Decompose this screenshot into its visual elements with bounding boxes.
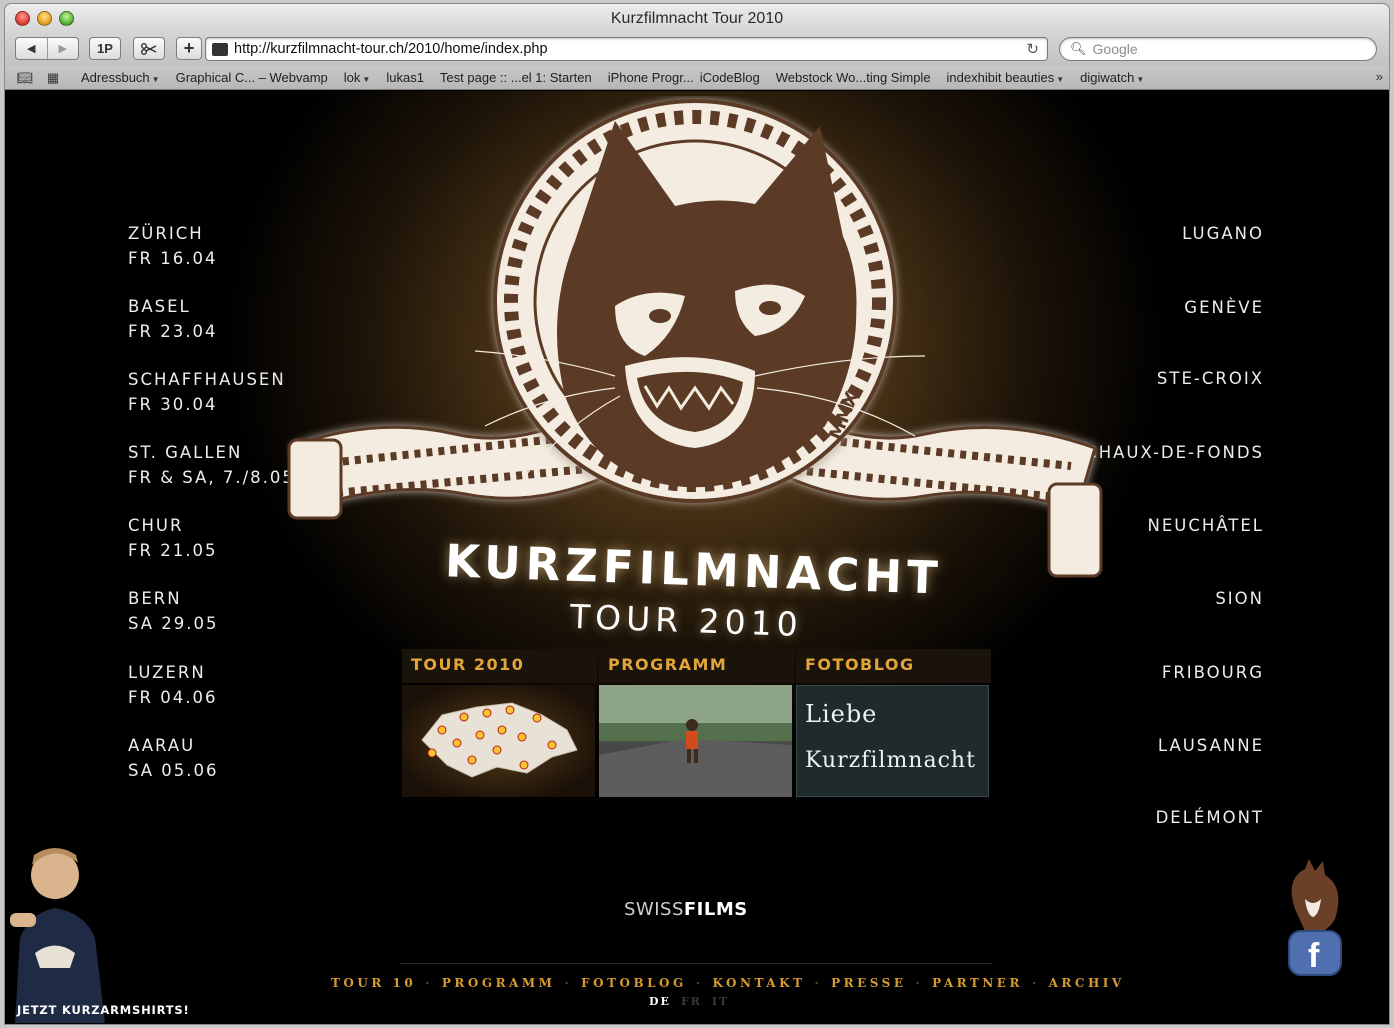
chalk-text-line1: Liebe (805, 700, 878, 728)
facebook-icon: f (1308, 937, 1320, 975)
language-fr[interactable]: FR (681, 995, 702, 1008)
bookmark-item[interactable]: lok ▼ (344, 70, 371, 85)
city-link-aarau[interactable]: AARAU SA 05.06 (128, 733, 219, 783)
url-text: http://kurzfilmnacht-tour.ch/2010/home/i… (234, 41, 548, 57)
footer-link-fotoblog[interactable]: FOTOBLOG (581, 976, 687, 990)
city-link-zurich[interactable]: ZÜRICH FR 16.04 (128, 221, 217, 271)
city-link-lugano[interactable]: LUGANO (1182, 221, 1264, 246)
city-link-luzern[interactable]: LUZERN FR 04.06 (128, 660, 217, 710)
switzerland-map-image (421, 702, 578, 778)
tile-label-tour[interactable]: TOUR 2010 (411, 655, 524, 674)
bookmark-item[interactable]: lukas1 (386, 70, 424, 85)
back-arrow-icon[interactable]: ◀ (16, 38, 47, 59)
footer-navigation: TOUR 10 · PROGRAMM · FOTOBLOG · KONTAKT … (331, 976, 1125, 990)
logo-subtitle: TOUR 2010 (569, 596, 804, 645)
window-title: Kurzfilmnacht Tour 2010 (610, 10, 784, 27)
running-child-photo (599, 685, 792, 797)
site-favicon-icon (212, 42, 228, 56)
swissfilms-logo[interactable]: SWISSFILMS (624, 899, 748, 920)
onepassword-button[interactable]: 1P (89, 37, 121, 60)
tile-label-programm[interactable]: PROGRAMM (608, 655, 727, 674)
more-bookmarks-icon[interactable]: » (1376, 69, 1383, 84)
city-link-st-gallen[interactable]: ST. GALLEN FR & SA, 7./8.05 (128, 440, 295, 490)
search-field[interactable]: 🔍︎ Google (1059, 37, 1377, 61)
bookmark-item[interactable]: Test page :: ...el 1: Starten (440, 70, 592, 85)
bookmark-item[interactable]: iCodeBlog (700, 70, 760, 85)
chalk-text-line2: Kurzfilmnacht (805, 748, 976, 773)
bookmark-item[interactable]: Graphical C... – Webvamp (176, 70, 328, 85)
bookmark-item[interactable]: indexhibit beauties ▼ (947, 70, 1065, 85)
language-it[interactable]: IT (712, 995, 729, 1008)
city-link-geneve[interactable]: GENÈVE (1184, 295, 1264, 320)
chevron-down-icon: ▼ (362, 75, 371, 84)
footer-link-programm[interactable]: PROGRAMM (442, 976, 556, 990)
tour-map-tile[interactable] (402, 685, 595, 797)
navigation-buttons: ◀ ▶ (15, 37, 79, 60)
chevron-down-icon: ▼ (1056, 75, 1065, 84)
city-link-schaffhausen[interactable]: SCHAFFHAUSEN FR 30.04 (128, 367, 286, 417)
facebook-widget[interactable]: f (1275, 859, 1355, 989)
bookmark-item[interactable]: Webstock Wo...ting Simple (776, 70, 931, 85)
reload-icon[interactable]: ↻ (1026, 40, 1039, 58)
footer-link-archiv[interactable]: ARCHIV (1049, 976, 1125, 990)
bookmarks-bar: 📖︎ ▦ Adressbuch ▼ Graphical C... – Webvam… (5, 66, 1389, 90)
address-bar[interactable]: http://kurzfilmnacht-tour.ch/2010/home/i… (205, 37, 1048, 61)
language-de[interactable]: DE (649, 995, 671, 1008)
search-icon: 🔍︎ (1070, 41, 1087, 56)
snippet-button[interactable] (133, 37, 165, 60)
web-page: ZÜRICH FR 16.04 BASEL FR 23.04 SCHAFFHAUSE… (5, 91, 1389, 1024)
footer-divider (400, 963, 992, 964)
browser-window: Kurzfilmnacht Tour 2010 ◀ ▶ 1P + http://… (5, 4, 1389, 1024)
city-link-neuchatel[interactable]: NEUCHÂTEL (1148, 513, 1264, 538)
chevron-down-icon: ▼ (1136, 75, 1145, 84)
footer-link-presse[interactable]: PRESSE (831, 976, 906, 990)
chevron-down-icon: ▼ (151, 75, 160, 84)
city-link-bern[interactable]: BERN SA 29.05 (128, 586, 219, 636)
bookmark-item[interactable]: Adressbuch ▼ (81, 70, 160, 85)
tile-label-fotoblog[interactable]: FOTOBLOG (805, 655, 915, 674)
programm-photo-tile[interactable] (599, 685, 792, 797)
city-link-sion[interactable]: SION (1215, 586, 1264, 611)
bookmark-item[interactable]: iPhone Progr... (608, 70, 694, 85)
city-link-chur[interactable]: CHUR FR 21.05 (128, 513, 217, 563)
footer-link-partner[interactable]: PARTNER (932, 976, 1023, 990)
forward-arrow-icon[interactable]: ▶ (46, 38, 79, 59)
city-link-lausanne[interactable]: LAUSANNE (1158, 733, 1264, 758)
fotoblog-chalkboard-tile[interactable]: Liebe Kurzfilmnacht (796, 685, 989, 797)
language-switcher: DE FR IT (649, 995, 729, 1008)
search-placeholder: Google (1092, 41, 1138, 57)
browser-toolbar: ◀ ▶ 1P + http://kurzfilmnacht-tour.ch/20… (5, 34, 1389, 66)
city-link-delemont[interactable]: DELÉMONT (1156, 805, 1264, 830)
book-icon[interactable]: 📖︎ (13, 70, 37, 86)
city-link-ste-croix[interactable]: STE-CROIX (1157, 366, 1264, 391)
city-link-basel[interactable]: BASEL FR 23.04 (128, 294, 217, 344)
footer-link-tour[interactable]: TOUR 10 (331, 976, 416, 990)
scissors-icon (141, 42, 157, 55)
shirt-promo-image[interactable] (10, 843, 200, 1023)
title-bar: Kurzfilmnacht Tour 2010 (5, 4, 1389, 34)
add-bookmark-button[interactable]: + (176, 37, 202, 60)
shirt-promo-text[interactable]: JETZT KURZARMSHIRTS! (17, 1003, 190, 1017)
city-link-fribourg[interactable]: FRIBOURG (1162, 660, 1264, 685)
bookmark-item[interactable]: digiwatch ▼ (1080, 70, 1144, 85)
footer-link-kontakt[interactable]: KONTAKT (712, 976, 805, 990)
top-sites-grid-icon[interactable]: ▦ (41, 70, 65, 86)
